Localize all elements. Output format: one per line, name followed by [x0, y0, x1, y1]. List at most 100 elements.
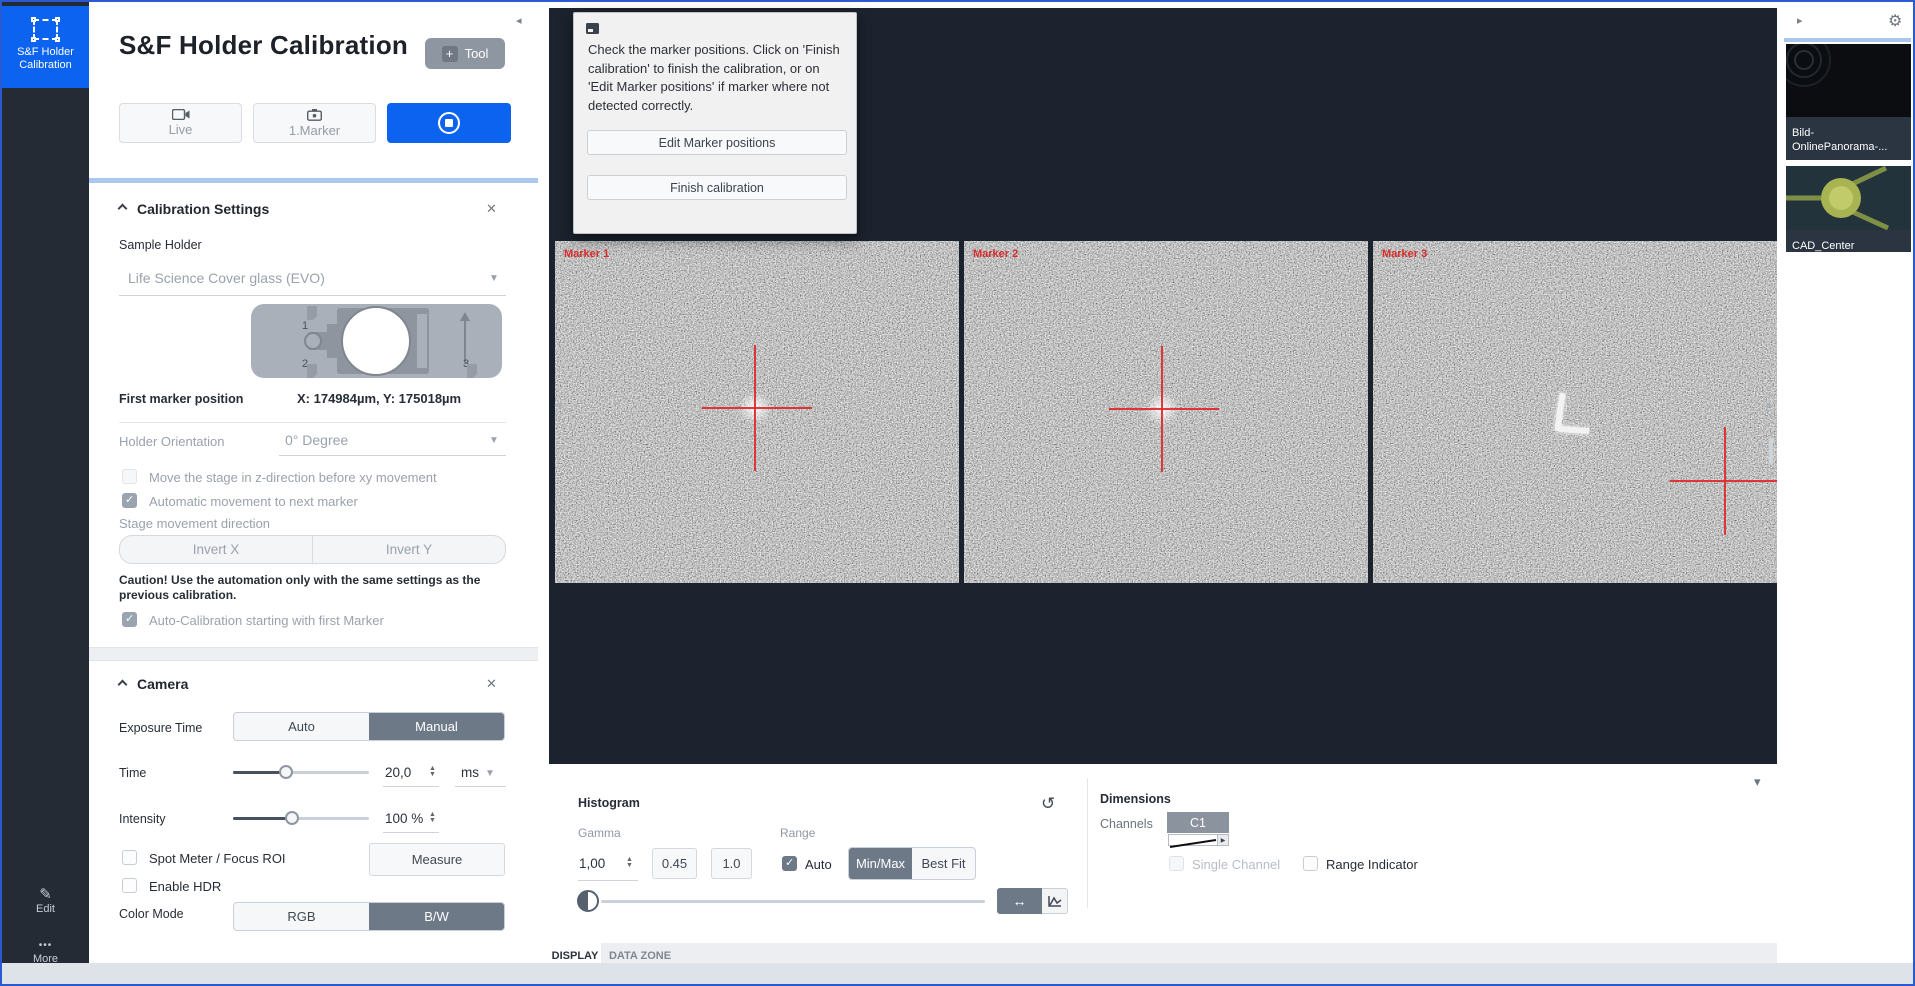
color-rgb-button[interactable]: RGB — [234, 903, 369, 930]
enable-hdr-checkbox[interactable] — [122, 878, 137, 893]
chevron-down-icon: ▼ — [489, 435, 499, 446]
field-underline — [119, 295, 506, 296]
gallery-sidebar: ▸ ⚙ Bild- OnlinePanorama-... — [1780, 2, 1913, 963]
range-auto-label: Auto — [805, 857, 832, 872]
marker-image-3[interactable]: Marker 3 — [1373, 241, 1777, 583]
gallery-item-cad-center[interactable]: CAD_Center — [1786, 166, 1911, 252]
expand-panel-icon[interactable]: ▸ — [1797, 14, 1803, 27]
collapse-chevron-icon[interactable] — [118, 680, 128, 690]
scroll-right-icon[interactable]: ► — [1764, 398, 1776, 412]
gamma-value[interactable]: 1,00 — [579, 856, 605, 871]
move-z-checkbox[interactable] — [122, 469, 137, 484]
color-mode-label: Color Mode — [119, 907, 184, 921]
first-marker-button[interactable]: 1.Marker — [253, 103, 376, 143]
time-value[interactable]: 20,0 — [385, 765, 411, 780]
sample-holder-diagram: 1 2 3 — [249, 302, 504, 380]
marker-image-2[interactable]: Marker 2 — [964, 241, 1368, 583]
divider — [119, 422, 506, 423]
intensity-slider-knob[interactable] — [285, 811, 299, 825]
close-icon[interactable]: ✕ — [486, 676, 497, 692]
holder-orientation-label: Holder Orientation — [119, 434, 225, 449]
scroll-left-icon[interactable]: ◄ — [552, 398, 564, 412]
auto-calibration-checkbox[interactable] — [122, 612, 137, 627]
calibration-settings-header: Calibration Settings — [137, 201, 269, 217]
reset-icon[interactable]: ↺ — [1041, 794, 1055, 814]
intensity-value[interactable]: 100 % — [385, 811, 423, 826]
fit-width-button[interactable]: ↔ — [997, 888, 1042, 914]
marker-image-1[interactable]: Marker 1 — [555, 241, 959, 583]
minmax-button[interactable]: Min/Max — [849, 848, 912, 879]
live-button[interactable]: Live — [119, 103, 242, 143]
range-indicator-checkbox[interactable] — [1303, 856, 1318, 871]
gamma-stepper[interactable]: ▲▼ — [626, 857, 633, 869]
invert-x-button[interactable]: Invert X — [120, 536, 313, 563]
finish-calibration-button[interactable]: Finish calibration — [587, 175, 847, 200]
exposure-mode-toggle: Auto Manual — [233, 712, 505, 741]
bestfit-button[interactable]: Best Fit — [912, 848, 975, 879]
chevron-down-icon: ▼ — [485, 768, 495, 779]
time-stepper[interactable]: ▲▼ — [429, 766, 436, 778]
sidebar-item-label: S&F Holder Calibration — [2, 46, 89, 72]
stop-capture-button[interactable] — [387, 103, 511, 143]
sidebar-item-holder-calibration[interactable]: S&F Holder Calibration — [2, 6, 89, 88]
histogram-icon — [1048, 895, 1062, 907]
page-title: S&F Holder Calibration — [119, 30, 408, 61]
gear-icon[interactable]: ⚙ — [1888, 11, 1902, 31]
tool-panel: S&F Holder Calibration + Tool Live 1.Mar… — [89, 2, 538, 963]
image-viewport[interactable]: Marker 1 Marker 2 Marker 3 Check the mar… — [549, 8, 1777, 764]
gamma-045-button[interactable]: 0.45 — [652, 848, 697, 879]
add-tool-button[interactable]: + Tool — [425, 38, 505, 69]
marker-label: Marker 3 — [1382, 248, 1427, 260]
section-accent-bar — [89, 178, 538, 183]
range-auto-checkbox[interactable] — [782, 856, 797, 871]
channel-expand-icon[interactable]: ▶ — [1218, 834, 1229, 846]
spot-meter-checkbox[interactable] — [122, 850, 137, 865]
exposure-manual-button[interactable]: Manual — [369, 713, 504, 740]
plus-icon: + — [442, 46, 458, 62]
thumbnail-label: CAD_Center — [1786, 235, 1911, 259]
field-underline — [383, 832, 439, 833]
lut-strip[interactable] — [1168, 834, 1218, 846]
edit-marker-positions-button[interactable]: Edit Marker positions — [587, 130, 847, 155]
color-mode-toggle: RGB B/W — [233, 902, 505, 931]
contrast-slider-knob[interactable] — [577, 890, 599, 912]
close-icon[interactable]: ✕ — [486, 201, 497, 217]
scrollbar-thumb[interactable] — [1769, 438, 1773, 464]
time-unit-select[interactable]: ms — [461, 765, 479, 780]
invert-y-button[interactable]: Invert Y — [313, 536, 505, 563]
gallery-item-panorama[interactable]: Bild- OnlinePanorama-... — [1786, 44, 1911, 160]
intensity-label: Intensity — [119, 812, 166, 826]
collapse-chevron-icon[interactable] — [118, 204, 128, 214]
sample-holder-select[interactable]: Life Science Cover glass (EVO) — [128, 270, 325, 286]
sample-holder-label: Sample Holder — [119, 238, 202, 252]
more-button[interactable]: ••• More — [2, 940, 89, 965]
edit-button[interactable]: ✎ Edit — [2, 885, 89, 915]
chevron-down-icon[interactable]: ▾ — [1754, 774, 1761, 790]
channels-label: Channels — [1100, 817, 1153, 831]
exposure-auto-button[interactable]: Auto — [234, 713, 369, 740]
stage-direction-label: Stage movement direction — [119, 516, 270, 531]
color-bw-button[interactable]: B/W — [369, 903, 504, 930]
auto-move-checkbox[interactable] — [122, 493, 137, 508]
first-marker-label: First marker position — [119, 392, 243, 406]
intensity-stepper[interactable]: ▲▼ — [429, 812, 436, 824]
stop-icon — [438, 112, 460, 134]
single-channel-checkbox[interactable] — [1169, 856, 1184, 871]
time-slider-knob[interactable] — [279, 765, 293, 779]
marker-crosshair — [702, 407, 812, 409]
marker-label: Marker 2 — [973, 248, 1018, 260]
holder-orientation-select[interactable]: 0° Degree — [285, 432, 348, 448]
measure-button[interactable]: Measure — [369, 843, 505, 876]
exposure-time-label: Exposure Time — [119, 721, 202, 735]
gamma-label: Gamma — [578, 826, 621, 840]
contrast-slider[interactable] — [601, 900, 985, 903]
collapse-panel-icon[interactable]: ◂ — [516, 14, 522, 27]
intensity-slider[interactable] — [233, 817, 369, 820]
histogram-view-button[interactable] — [1042, 888, 1068, 914]
svg-text:1: 1 — [302, 320, 308, 332]
gamma-10-button[interactable]: 1.0 — [711, 848, 752, 879]
auto-move-label: Automatic movement to next marker — [149, 494, 358, 509]
time-slider[interactable] — [233, 771, 369, 774]
channel-chip[interactable]: C1 — [1167, 812, 1229, 833]
marker-crosshair — [1670, 480, 1777, 482]
